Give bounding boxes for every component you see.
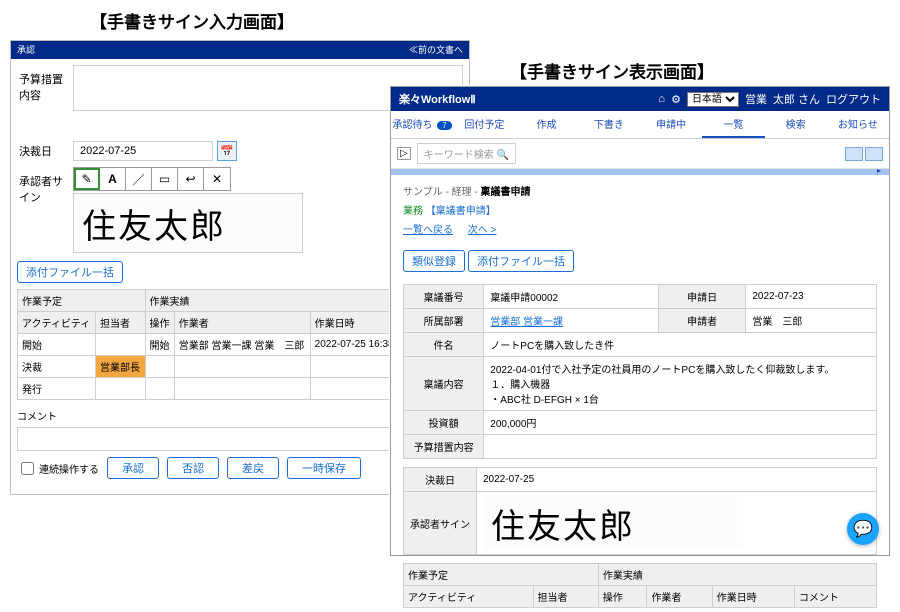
approve-button[interactable]: 承認 [107, 457, 159, 479]
col-op: 操作 [145, 312, 174, 334]
app-header: 楽々WorkflowⅡ ⌂ ⚙ 日本語 営業 太郎 さん ログアウト [391, 87, 889, 111]
close-icon[interactable]: ✕ [204, 168, 230, 190]
user-seg-2: 太郎 さん [773, 91, 820, 107]
text-icon[interactable]: A [100, 168, 126, 190]
line-icon[interactable]: ／ [126, 168, 152, 190]
dept-link[interactable]: 営業部 営業一課 [490, 317, 563, 328]
col-worker: 作業者 [174, 312, 310, 334]
attachment-bulk-button[interactable]: 添付ファイル一括 [468, 250, 574, 272]
owner-highlight: 営業部長 [96, 356, 145, 378]
attachment-bulk-link[interactable]: 添付ファイル一括 [17, 261, 123, 283]
signature-display: 住友太郎 [483, 496, 743, 550]
pencil-icon[interactable]: ✎ [74, 168, 100, 190]
language-select[interactable]: 日本語 [687, 92, 739, 107]
repeat-checkbox[interactable]: 連続操作する [17, 459, 99, 478]
signature-label: 承認者サイン [17, 167, 73, 211]
tab-apply[interactable]: 申請中 [640, 111, 702, 138]
undo-icon[interactable]: ↩ [178, 168, 204, 190]
workflow-table-right: 作業予定 作業実績 アクティビティ 担当者 操作 作業者 作業日時 コメント [403, 563, 877, 608]
caption-left: 【手書きサイン入力画面】 [90, 8, 294, 33]
caption-right: 【手書きサイン表示画面】 [510, 58, 714, 83]
signature-text: 住友太郎 [82, 199, 226, 248]
chat-bubble-icon[interactable]: 💬 [847, 513, 879, 545]
calendar-icon[interactable]: 📅 [217, 141, 237, 161]
budget-label: 予算措置内容 [17, 65, 73, 111]
prev-doc-link[interactable]: ≪前の文書へ [409, 43, 463, 57]
decision-table: 決裁日 2022-07-25 承認者サイン 住友太郎 [403, 467, 877, 555]
back-to-list-link[interactable]: 一覧へ戻る [403, 225, 453, 236]
sched-header-plan: 作業予定 [18, 290, 146, 312]
decision-date-input[interactable]: 2022-07-25 [73, 141, 213, 161]
reject-button[interactable]: 否認 [167, 457, 219, 479]
left-title: 承認 [17, 43, 35, 57]
chip-a-icon[interactable] [845, 147, 863, 161]
repeat-checkbox-input[interactable] [21, 462, 34, 475]
col-owner: 担当者 [96, 312, 145, 334]
view-toggle[interactable] [845, 147, 883, 161]
tab-search[interactable]: 検索 [765, 111, 827, 138]
brand-logo: 楽々WorkflowⅡ [399, 91, 476, 107]
signature-toolbar: ✎ A ／ ▭ ↩ ✕ [73, 167, 231, 191]
signature-display-text: 住友太郎 [491, 499, 635, 548]
return-button[interactable]: 差戻 [227, 457, 279, 479]
breadcrumb: サンプル - 経理 - 稟議書申請 [403, 183, 877, 198]
gear-icon[interactable]: ⚙ [671, 93, 681, 106]
decision-date-label: 決裁日 [17, 137, 73, 165]
tab-news[interactable]: お知らせ [827, 111, 889, 138]
tab-list[interactable]: 一覧 [702, 111, 764, 138]
display-screen-panel: 楽々WorkflowⅡ ⌂ ⚙ 日本語 営業 太郎 さん ログアウト 承認待ち … [390, 86, 890, 556]
request-content: 2022-04-01付で入社予定の社員用のノートPCを購入致したく仰裁致します。… [484, 357, 877, 411]
nav-tabs: 承認待ち 7 回付予定 作成 下書き 申請中 一覧 検索 お知らせ [391, 111, 889, 139]
expand-icon[interactable]: ▷ [397, 147, 411, 160]
chip-b-icon[interactable] [865, 147, 883, 161]
next-link[interactable]: 次へ > [468, 225, 497, 236]
progress-strip: ▸ [391, 169, 889, 175]
doc-type-tag: 業務 【稟議書申請】 [403, 202, 877, 217]
approval-badge: 7 [437, 121, 451, 130]
user-seg-1: 営業 [745, 91, 767, 107]
similar-register-button[interactable]: 類似登録 [403, 250, 465, 272]
eraser-icon[interactable]: ▭ [152, 168, 178, 190]
save-button[interactable]: 一時保存 [287, 457, 361, 479]
left-titlebar: 承認 ≪前の文書へ [11, 41, 469, 59]
col-activity: アクティビティ [18, 312, 96, 334]
tab-create[interactable]: 作成 [516, 111, 578, 138]
tab-approval[interactable]: 承認待ち 7 [391, 111, 453, 138]
tab-circulate[interactable]: 回付予定 [453, 111, 515, 138]
signature-canvas[interactable]: 住友太郎 [73, 193, 303, 253]
tab-draft[interactable]: 下書き [578, 111, 640, 138]
logout-link[interactable]: ログアウト [826, 91, 881, 107]
keyword-search-input[interactable]: キーワード検索 🔍 [417, 143, 516, 164]
request-info-table: 稟議番号 稟議申請00002 申請日 2022-07-23 所属部署 営業部 営… [403, 284, 877, 459]
home-icon[interactable]: ⌂ [658, 93, 665, 105]
